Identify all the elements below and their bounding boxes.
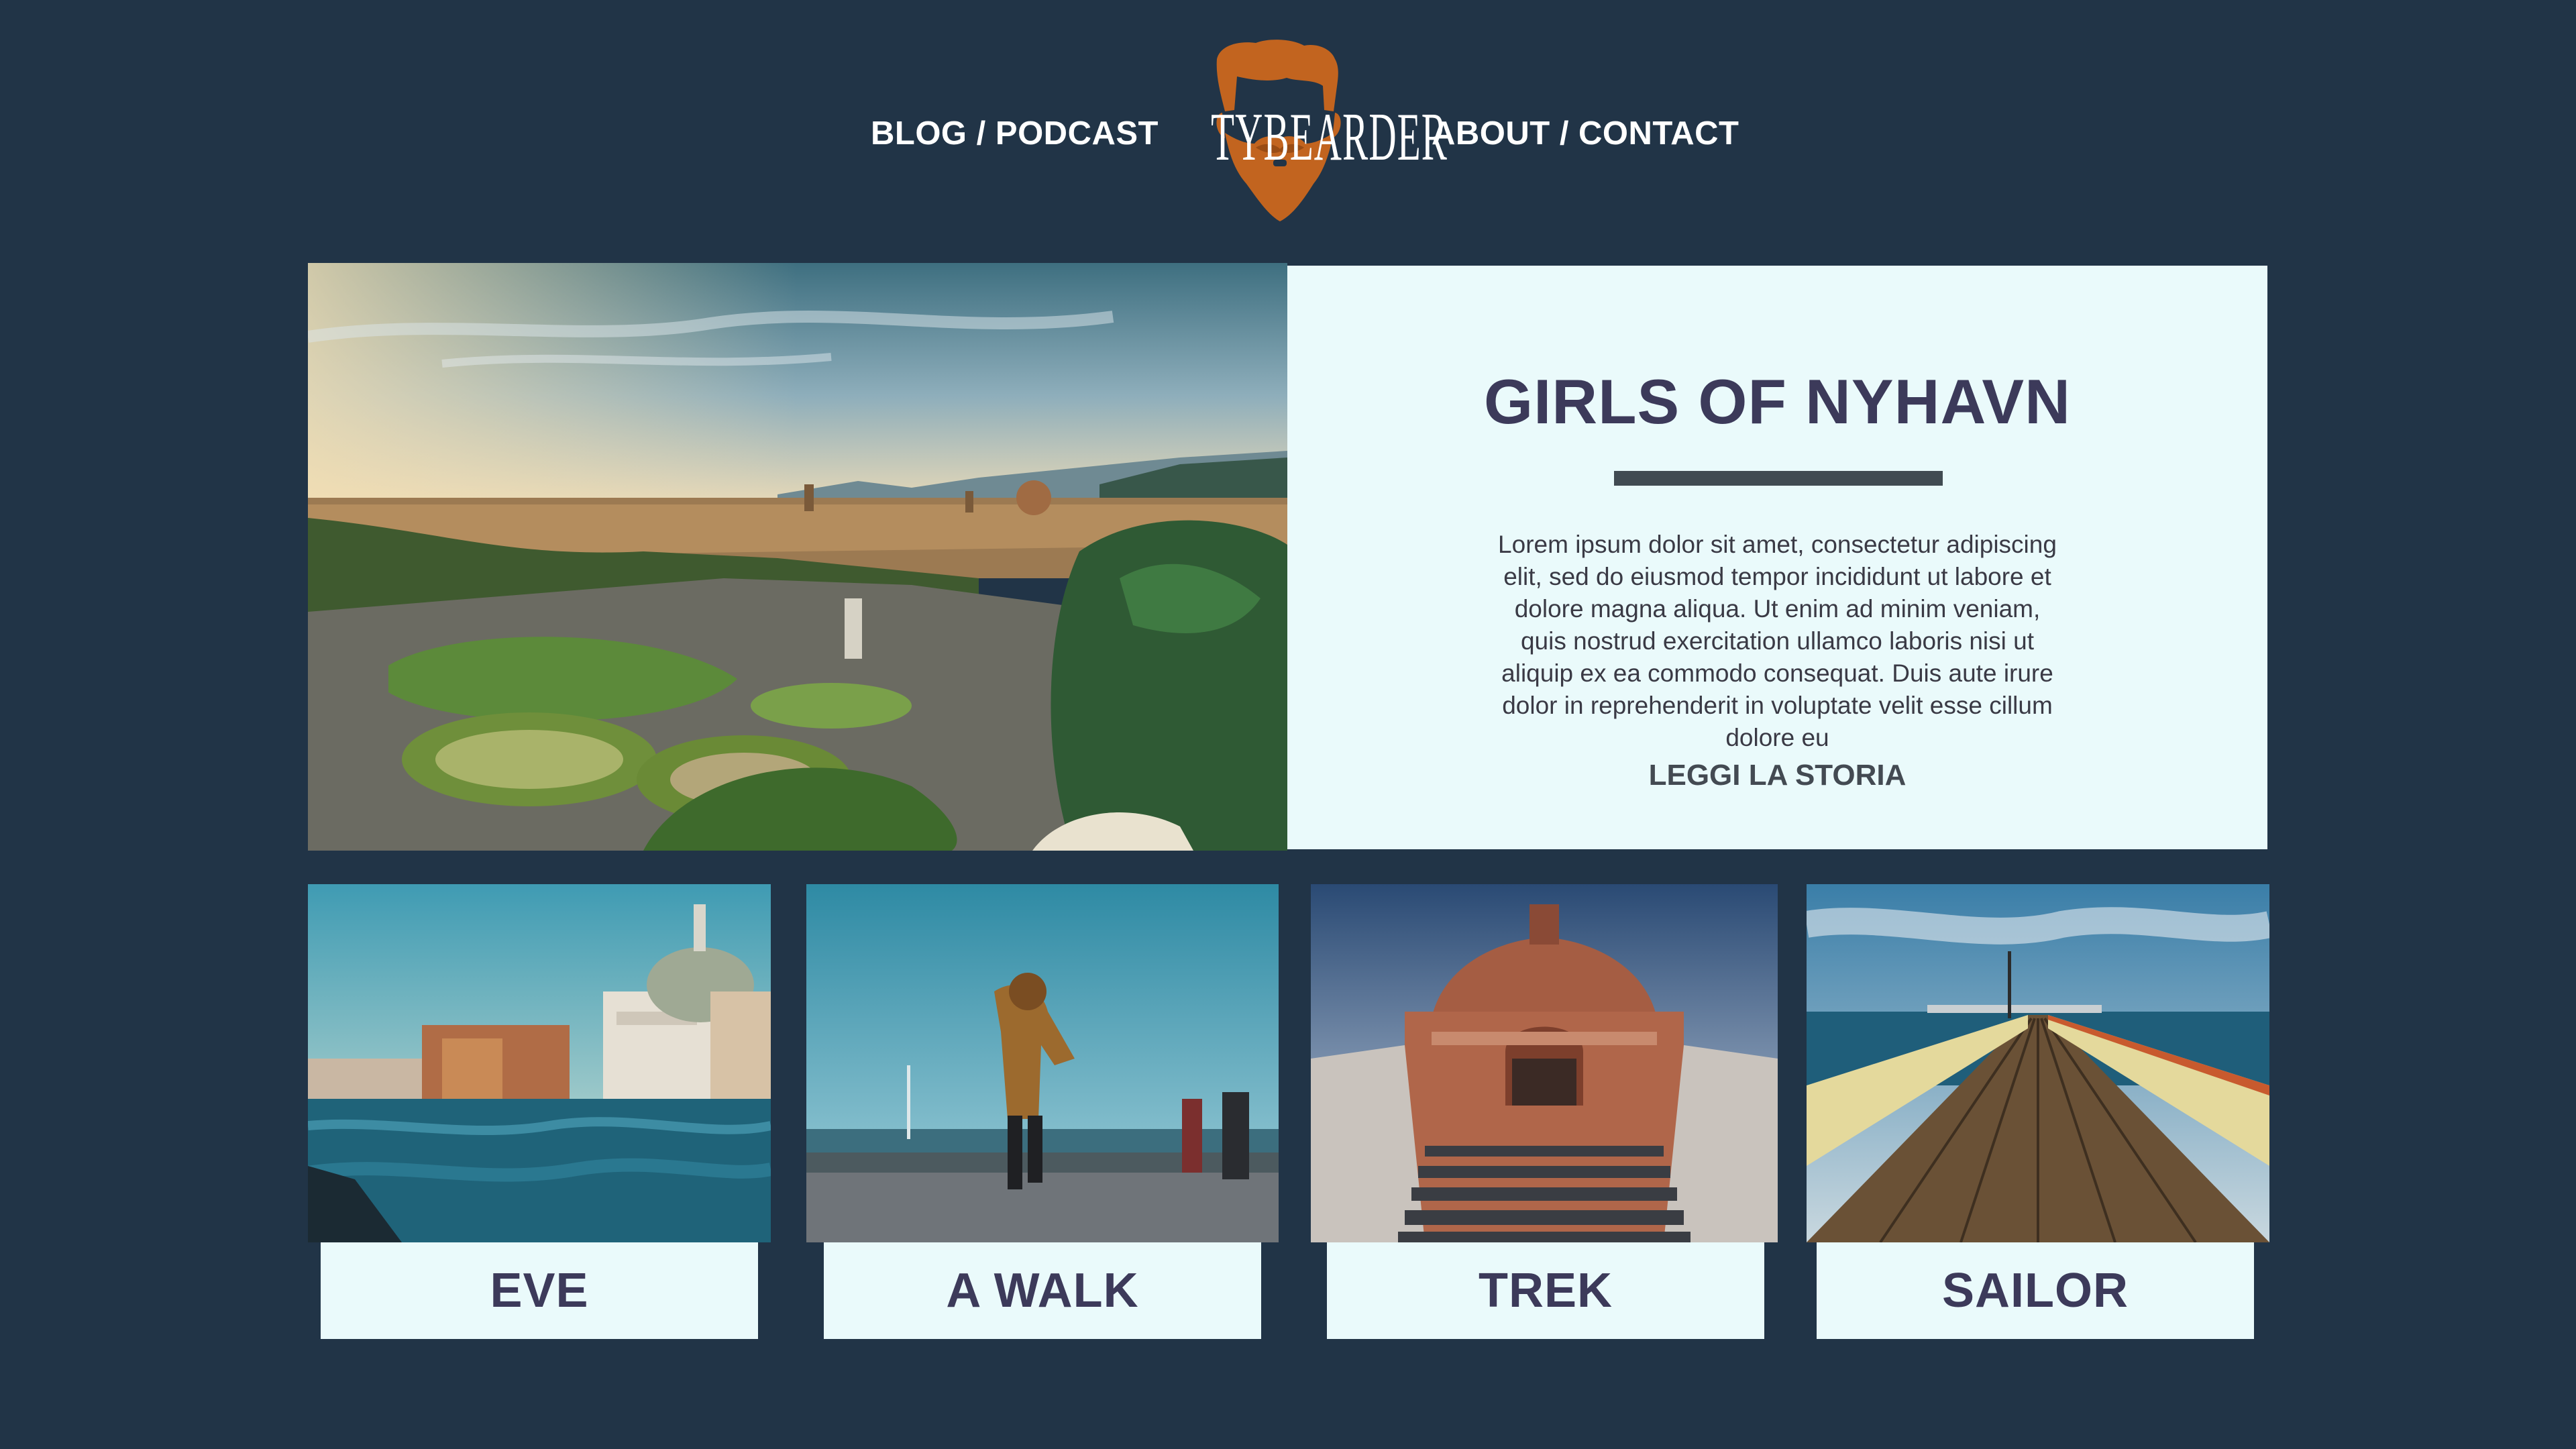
- nav-blog-podcast[interactable]: BLOG / PODCAST: [871, 112, 1159, 155]
- page: BLOG / PODCAST TYBEARDER ABOUT / CONTACT: [0, 0, 2576, 1449]
- post-card-trek[interactable]: TREK: [1311, 884, 1780, 1340]
- post-card-sailor[interactable]: SAILOR: [1807, 884, 2276, 1340]
- post-title[interactable]: EVE: [321, 1242, 758, 1339]
- post-image[interactable]: [308, 884, 771, 1242]
- post-image[interactable]: [1807, 884, 2269, 1242]
- post-image[interactable]: [1311, 884, 1778, 1242]
- title-divider: [1614, 471, 1943, 486]
- site-logo[interactable]: TYBEARDER: [1155, 39, 1448, 231]
- featured-card: GIRLS OF NYHAVN Lorem ipsum dolor sit am…: [1287, 266, 2267, 849]
- read-story-link[interactable]: LEGGI LA STORIA: [1287, 757, 2267, 794]
- post-card-eve[interactable]: EVE: [308, 884, 777, 1340]
- featured-excerpt: Lorem ipsum dolor sit amet, consectetur …: [1498, 531, 2057, 751]
- post-title[interactable]: A WALK: [824, 1242, 1261, 1339]
- nav-about-contact[interactable]: ABOUT / CONTACT: [1432, 112, 1739, 155]
- post-card-a-walk[interactable]: A WALK: [806, 884, 1279, 1340]
- featured-image[interactable]: [308, 263, 1287, 851]
- post-title[interactable]: SAILOR: [1817, 1242, 2254, 1339]
- post-image[interactable]: [806, 884, 1279, 1242]
- featured-title: GIRLS OF NYHAVN: [1484, 366, 2071, 437]
- logo-wordmark: TYBEARDER: [1211, 99, 1448, 175]
- post-title[interactable]: TREK: [1327, 1242, 1764, 1339]
